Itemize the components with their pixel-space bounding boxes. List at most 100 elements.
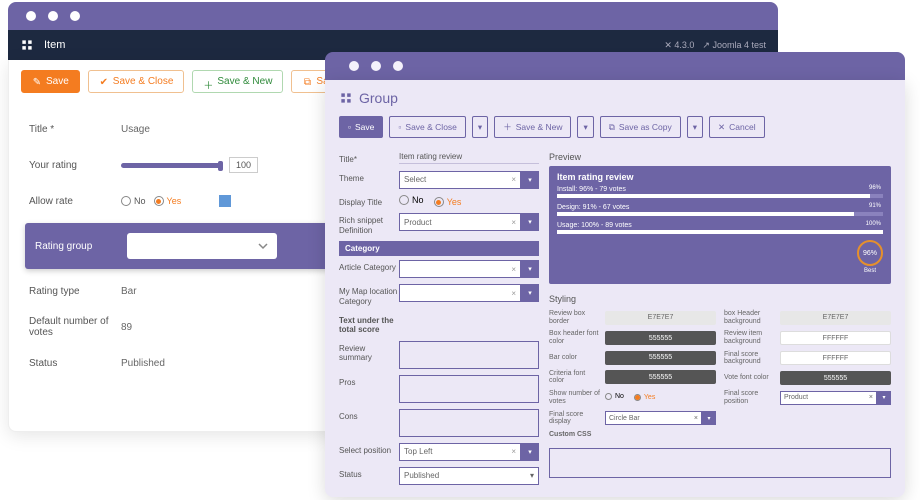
- article-cat-label: Article Category: [339, 260, 399, 273]
- window-dot: [26, 11, 36, 21]
- save-new-caret[interactable]: ▾: [577, 116, 593, 138]
- color-swatch[interactable]: E7E7E7: [780, 311, 891, 325]
- summary-textarea[interactable]: [399, 341, 539, 369]
- chevron-down-icon: [257, 240, 269, 252]
- styling-heading: Styling: [549, 294, 891, 304]
- title-label: Title*: [339, 152, 399, 165]
- copy-icon: ⧉: [302, 77, 312, 87]
- theme-select[interactable]: Select× ▾: [399, 171, 539, 189]
- display-select[interactable]: Circle Bar×▾: [605, 411, 716, 425]
- status-label: Status: [29, 358, 121, 369]
- display-yes-radio[interactable]: Yes: [434, 197, 462, 207]
- color-swatch[interactable]: FFFFFF: [780, 331, 891, 345]
- color-swatch[interactable]: FFFFFF: [780, 351, 891, 365]
- score-gauge: 96%: [857, 240, 883, 266]
- window-title: Group: [339, 90, 891, 106]
- window-dot: [371, 61, 381, 71]
- save-close-caret[interactable]: ▾: [472, 116, 488, 138]
- progress-row: Usage: 100% - 89 votes 100%: [557, 222, 883, 234]
- rating-label: Your rating: [29, 160, 121, 171]
- votes-yes-radio[interactable]: Yes: [634, 394, 655, 401]
- pros-textarea[interactable]: [399, 375, 539, 403]
- status-value: Published: [121, 358, 165, 369]
- save-close-button[interactable]: ▫ Save & Close: [389, 116, 466, 138]
- cancel-button[interactable]: ✕ Cancel: [709, 116, 765, 138]
- progress-row: Install: 96% - 79 votes 96%: [557, 186, 883, 198]
- custom-css-textarea[interactable]: [549, 448, 891, 478]
- window-dot: [393, 61, 403, 71]
- save-copy-caret[interactable]: ▾: [687, 116, 703, 138]
- display-no-radio[interactable]: No: [399, 195, 424, 205]
- category-section: Category: [339, 241, 539, 256]
- position-select[interactable]: Top Left× ▾: [399, 443, 539, 461]
- final-pos-select[interactable]: Product×▾: [780, 391, 891, 405]
- pros-label: Pros: [339, 375, 399, 388]
- window-dot: [70, 11, 80, 21]
- rating-slider[interactable]: [121, 163, 221, 168]
- default-votes-label: Default number of votes: [29, 316, 121, 338]
- chevron-down-icon: ▾: [521, 260, 539, 278]
- window-chrome: [325, 52, 905, 80]
- site-name[interactable]: ↗ Joomla 4 test: [702, 40, 766, 51]
- status-select[interactable]: Published▾: [399, 467, 539, 485]
- color-swatch[interactable]: E7E7E7: [605, 311, 716, 325]
- snippet-select[interactable]: Product× ▾: [399, 213, 539, 231]
- joomla-icon: [339, 91, 353, 105]
- title-field[interactable]: Item rating review: [399, 152, 539, 164]
- map-cat-label: My Map location Category: [339, 284, 399, 306]
- cons-textarea[interactable]: [399, 409, 539, 437]
- save-new-button[interactable]: ＋Save & New: [192, 70, 283, 93]
- allow-rate-label: Allow rate: [29, 196, 121, 207]
- color-swatch[interactable]: 555555: [605, 331, 716, 345]
- display-title-label: Display Title: [339, 195, 399, 208]
- save-copy-button[interactable]: ⧉ Save as Copy: [600, 116, 681, 138]
- preview-styling-column: Preview Item rating review Install: 96% …: [549, 152, 891, 491]
- allow-yes-radio[interactable]: Yes: [154, 196, 182, 206]
- chevron-down-icon: ▾: [521, 443, 539, 461]
- text-under-label: Text under the total score: [339, 313, 399, 335]
- form-column: Title* Item rating review Theme Select× …: [339, 152, 539, 491]
- color-swatch[interactable]: 555555: [605, 370, 716, 384]
- default-votes-value: 89: [121, 322, 132, 333]
- theme-label: Theme: [339, 171, 399, 184]
- position-label: Select position: [339, 443, 399, 456]
- color-swatch[interactable]: 555555: [780, 371, 891, 385]
- save-close-button[interactable]: ✔Save & Close: [88, 70, 185, 93]
- rating-group-label: Rating group: [35, 241, 127, 252]
- rating-value[interactable]: 100: [229, 157, 258, 173]
- page-title: Item: [44, 39, 65, 51]
- allow-no-radio[interactable]: No: [121, 196, 146, 206]
- joomla-icon: [20, 38, 34, 52]
- save-icon: ✔: [99, 77, 109, 87]
- save-new-button[interactable]: ＋ Save & New: [494, 116, 571, 138]
- group-window: Group ▫ Save ▫ Save & Close ▾ ＋ Save & N…: [325, 52, 905, 497]
- window-dot: [48, 11, 58, 21]
- summary-label: Review summary: [339, 341, 399, 363]
- plus-icon: ＋: [203, 77, 213, 87]
- save-button[interactable]: ▫ Save: [339, 116, 383, 138]
- styling-panel: Styling Review box borderE7E7E7 Box head…: [549, 294, 891, 478]
- preview-panel: Preview Item rating review Install: 96% …: [549, 152, 891, 284]
- color-swatch[interactable]: 555555: [605, 351, 716, 365]
- window-chrome: [8, 2, 778, 30]
- chevron-down-icon: ▾: [521, 213, 539, 231]
- window-dot: [349, 61, 359, 71]
- map-cat-select[interactable]: × ▾: [399, 284, 539, 302]
- rating-type-label: Rating type: [29, 286, 121, 297]
- title-label: Title *: [29, 124, 121, 135]
- progress-row: Design: 91% - 67 votes 91%: [557, 204, 883, 216]
- article-cat-select[interactable]: × ▾: [399, 260, 539, 278]
- chevron-down-icon: ▾: [521, 284, 539, 302]
- save-button[interactable]: ✎Save: [21, 70, 80, 93]
- status-label: Status: [339, 467, 399, 480]
- snippet-label: Rich snippet Definition: [339, 213, 399, 235]
- rating-group-select[interactable]: [127, 233, 277, 259]
- checkbox[interactable]: [219, 195, 231, 207]
- votes-no-radio[interactable]: No: [605, 393, 624, 400]
- save-icon: ✎: [32, 77, 42, 87]
- chevron-down-icon: ▾: [521, 171, 539, 189]
- title-value[interactable]: Usage: [121, 124, 150, 135]
- rating-type-value: Bar: [121, 286, 137, 297]
- preview-title: Item rating review: [557, 172, 883, 182]
- cons-label: Cons: [339, 409, 399, 422]
